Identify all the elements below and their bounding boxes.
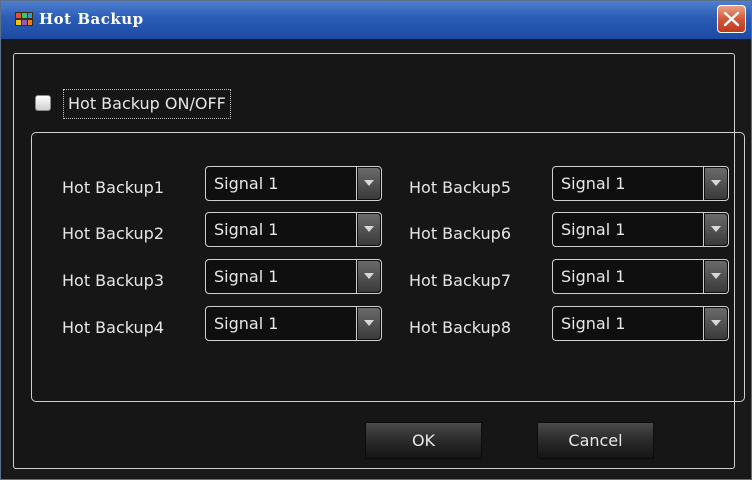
ok-button[interactable]: OK: [365, 422, 482, 459]
hot-backup-3-label: Hot Backup3: [62, 271, 165, 290]
hot-backup-5-label: Hot Backup5: [409, 178, 512, 197]
cancel-button[interactable]: Cancel: [537, 422, 654, 459]
hot-backup-1-value: Signal 1: [214, 174, 279, 193]
close-button[interactable]: [717, 5, 746, 33]
chevron-down-icon: [364, 180, 374, 186]
hot-backup-6-select[interactable]: Signal 1: [552, 212, 729, 247]
dropdown-button[interactable]: [358, 261, 380, 292]
select-divider: [703, 167, 704, 200]
app-icon: [15, 12, 33, 26]
select-divider: [356, 307, 357, 340]
select-divider: [356, 167, 357, 200]
hot-backup-8-value: Signal 1: [561, 314, 626, 333]
hot-backup-4-select[interactable]: Signal 1: [205, 306, 382, 341]
hot-backup-3-select[interactable]: Signal 1: [205, 259, 382, 294]
hot-backup-8-select[interactable]: Signal 1: [552, 306, 729, 341]
select-divider: [356, 260, 357, 293]
chevron-down-icon: [711, 226, 721, 232]
hot-backup-dialog: Hot Backup Hot Backup ON/OFF Hot Backup1…: [0, 0, 752, 480]
chevron-down-icon: [364, 273, 374, 279]
select-divider: [356, 213, 357, 246]
hot-backup-7-select[interactable]: Signal 1: [552, 259, 729, 294]
dropdown-button[interactable]: [705, 214, 727, 245]
dropdown-button[interactable]: [705, 261, 727, 292]
title-bar[interactable]: Hot Backup: [1, 1, 751, 39]
hot-backup-5-select[interactable]: Signal 1: [552, 166, 729, 201]
dropdown-button[interactable]: [705, 308, 727, 339]
window-title: Hot Backup: [39, 10, 144, 28]
hot-backup-5-value: Signal 1: [561, 174, 626, 193]
hot-backup-7-value: Signal 1: [561, 267, 626, 286]
dropdown-button[interactable]: [705, 168, 727, 199]
select-divider: [703, 213, 704, 246]
select-divider: [703, 307, 704, 340]
hot-backup-1-select[interactable]: Signal 1: [205, 166, 382, 201]
dropdown-button[interactable]: [358, 308, 380, 339]
hot-backup-2-select[interactable]: Signal 1: [205, 212, 382, 247]
chevron-down-icon: [711, 320, 721, 326]
chevron-down-icon: [364, 226, 374, 232]
hot-backup-7-label: Hot Backup7: [409, 271, 512, 290]
dropdown-button[interactable]: [358, 214, 380, 245]
hot-backup-4-value: Signal 1: [214, 314, 279, 333]
hot-backup-6-value: Signal 1: [561, 220, 626, 239]
close-icon: [723, 11, 740, 27]
chevron-down-icon: [364, 320, 374, 326]
hot-backup-3-value: Signal 1: [214, 267, 279, 286]
hot-backup-2-label: Hot Backup2: [62, 224, 165, 243]
hot-backup-1-label: Hot Backup1: [62, 178, 165, 197]
hot-backup-checkbox[interactable]: [35, 95, 51, 111]
dropdown-button[interactable]: [358, 168, 380, 199]
hot-backup-8-label: Hot Backup8: [409, 318, 512, 337]
hot-backup-checkbox-label[interactable]: Hot Backup ON/OFF: [63, 89, 231, 119]
hot-backup-4-label: Hot Backup4: [62, 318, 165, 337]
chevron-down-icon: [711, 273, 721, 279]
hot-backup-2-value: Signal 1: [214, 220, 279, 239]
select-divider: [703, 260, 704, 293]
hot-backup-6-label: Hot Backup6: [409, 224, 512, 243]
chevron-down-icon: [711, 180, 721, 186]
